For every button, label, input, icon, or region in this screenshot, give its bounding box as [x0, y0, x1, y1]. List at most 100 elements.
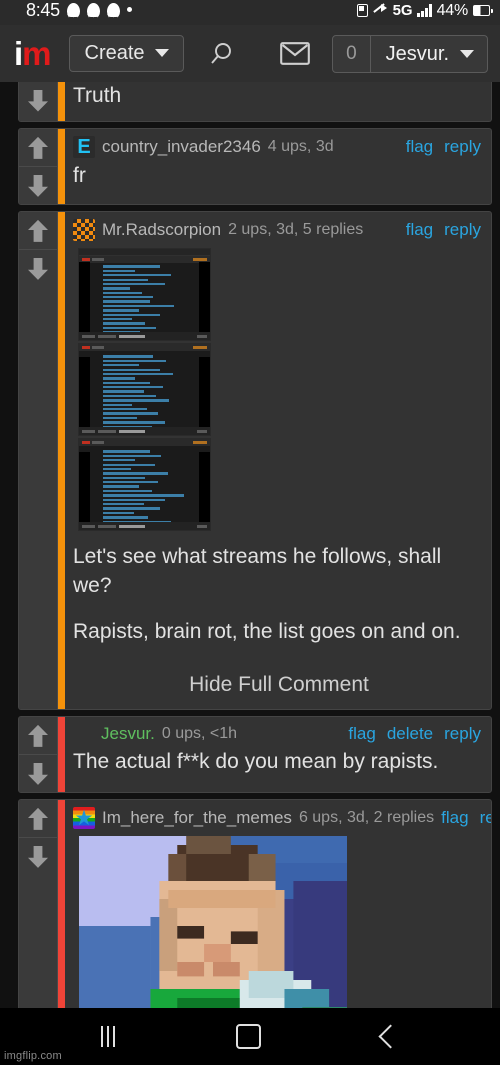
thread-accent-bar — [58, 212, 65, 710]
comment-radscorpion: Mr.Radscorpion 2 ups, 3d, 5 replies flag… — [18, 211, 492, 711]
recents-icon[interactable] — [100, 1026, 115, 1047]
hide-full-comment-button[interactable]: Hide Full Comment — [73, 655, 485, 709]
vote-controls — [19, 800, 58, 1008]
comment-body: E country_invader2346 4 ups, 3d flag rep… — [65, 129, 491, 204]
comment-username[interactable]: Im_here_for_the_memes — [102, 808, 292, 828]
downvote-button[interactable] — [19, 166, 57, 204]
chevron-down-icon — [460, 49, 474, 58]
comment-body: Jesvur. 0 ups, <1h flag delete reply The… — [65, 717, 491, 792]
android-nav-bar: imgflip.com — [0, 1008, 500, 1065]
arrow-up-icon — [28, 136, 48, 159]
comment-actions: flag reply — [406, 137, 485, 157]
comment-truth: Truth — [18, 82, 492, 123]
create-button-label: Create — [84, 42, 145, 64]
mute-icon — [373, 3, 388, 18]
arrow-down-icon — [28, 762, 48, 785]
notification-count[interactable]: 0 — [333, 35, 371, 72]
thread-accent-bar — [58, 82, 65, 122]
flag-link[interactable]: flag — [406, 137, 433, 157]
comment-text: The actual f**k do you mean by rapists. — [73, 750, 439, 774]
status-bar: 8:45 5G 44% — [0, 0, 500, 25]
network-type: 5G — [392, 2, 413, 19]
comment-jesvur: Jesvur. 0 ups, <1h flag delete reply The… — [18, 716, 492, 794]
clock: 8:45 — [26, 0, 60, 20]
comment-body: Im_here_for_the_memes 6 ups, 3d, 2 repli… — [65, 800, 491, 1008]
delete-link[interactable]: delete — [387, 724, 433, 744]
messages-button[interactable] — [278, 39, 312, 69]
downvote-button[interactable] — [19, 82, 57, 119]
downvote-button[interactable] — [19, 837, 57, 875]
upvote-button[interactable] — [19, 212, 57, 249]
status-bar-left: 8:45 — [26, 0, 132, 22]
comment-body: Mr.Radscorpion 2 ups, 3d, 5 replies flag… — [65, 212, 491, 709]
comment-actions: flag reply — [406, 220, 485, 240]
rainbow-star-avatar[interactable] — [73, 807, 95, 830]
thread-accent-bar — [58, 717, 65, 793]
battery-icon — [473, 5, 493, 16]
comment-text: fr — [73, 164, 86, 188]
attached-screenshots[interactable] — [78, 248, 211, 532]
mail-icon — [280, 42, 310, 65]
home-icon[interactable] — [235, 1024, 261, 1049]
upvote-button[interactable] — [19, 800, 57, 837]
user-menu-group: 0 Jesvur. — [332, 34, 488, 73]
comment-im-here-for-the-memes: Im_here_for_the_memes 6 ups, 3d, 2 repli… — [18, 799, 492, 1008]
user-menu-button[interactable]: Jesvur. — [371, 36, 487, 72]
attached-meme-image[interactable] — [73, 831, 485, 1008]
search-icon — [210, 42, 231, 64]
username-label: Jesvur. — [385, 42, 449, 65]
screenshot-thumbnail[interactable] — [78, 248, 211, 342]
comment-meta: E country_invader2346 4 ups, 3d flag rep… — [73, 129, 485, 160]
flag-link[interactable]: flag — [441, 808, 468, 828]
comment-username[interactable]: Jesvur. — [101, 724, 155, 744]
comment-paragraph: Rapists, brain rot, the list goes on and… — [73, 620, 461, 644]
flag-link[interactable]: flag — [348, 724, 375, 744]
screenshot-thumbnail[interactable] — [78, 438, 211, 532]
comment-stats: 0 ups, <1h — [161, 725, 238, 743]
comment-stats: 2 ups, 3d, 5 replies — [228, 221, 364, 239]
chevron-down-icon — [154, 49, 169, 57]
search-button[interactable] — [204, 37, 238, 71]
comment-actions: flag reply — [441, 808, 491, 828]
watermark: imgflip.com — [4, 1050, 62, 1062]
comment-feed: Truth E country_invader2346 4 ups, 3d fl… — [0, 82, 500, 1008]
reply-link[interactable]: reply — [444, 220, 481, 240]
arrow-down-icon — [28, 89, 48, 112]
thread-accent-bar — [58, 800, 65, 1008]
ghost-icon — [66, 2, 80, 17]
comment-username[interactable]: Mr.Radscorpion — [102, 220, 221, 240]
pixelated-success-kid-meme — [79, 836, 347, 1008]
comment-feed-viewport[interactable]: Truth E country_invader2346 4 ups, 3d fl… — [0, 82, 500, 1008]
imgflip-logo[interactable]: im — [14, 37, 52, 70]
vote-controls — [19, 212, 58, 710]
letter-e-avatar[interactable]: E — [73, 136, 95, 159]
upvote-button[interactable] — [19, 129, 57, 166]
vote-controls — [19, 717, 58, 793]
comment-paragraph: Let's see what streams he follows, shall… — [73, 545, 442, 597]
back-icon[interactable] — [378, 1024, 403, 1049]
reply-link[interactable]: reply — [444, 137, 481, 157]
reply-link[interactable]: reply — [444, 724, 481, 744]
comment-country-invader: E country_invader2346 4 ups, 3d flag rep… — [18, 128, 492, 206]
vote-controls — [19, 129, 58, 205]
status-bar-right: 5G 44% — [356, 2, 493, 20]
downvote-button[interactable] — [19, 754, 57, 792]
sim-card-icon — [356, 4, 368, 17]
flag-link[interactable]: flag — [406, 220, 433, 240]
orange-checkerboard-avatar[interactable] — [73, 219, 95, 242]
arrow-down-icon — [28, 174, 48, 197]
create-button[interactable]: Create — [68, 35, 184, 72]
comment-text: Let's see what streams he follows, shall… — [73, 541, 485, 655]
arrow-up-icon — [28, 724, 48, 747]
comment-username[interactable]: country_invader2346 — [102, 137, 261, 157]
comment-body: Truth — [65, 82, 491, 121]
arrow-down-icon — [28, 257, 48, 280]
downvote-button[interactable] — [19, 249, 57, 287]
comment-stats: 6 ups, 3d, 2 replies — [298, 809, 435, 827]
upvote-button[interactable] — [19, 717, 57, 754]
arrow-up-icon — [28, 807, 48, 830]
reply-link[interactable]: reply — [480, 808, 491, 828]
comment-actions: flag delete reply — [348, 724, 485, 744]
screenshot-thumbnail[interactable] — [78, 343, 211, 437]
comment-meta: Im_here_for_the_memes 6 ups, 3d, 2 repli… — [73, 800, 491, 831]
